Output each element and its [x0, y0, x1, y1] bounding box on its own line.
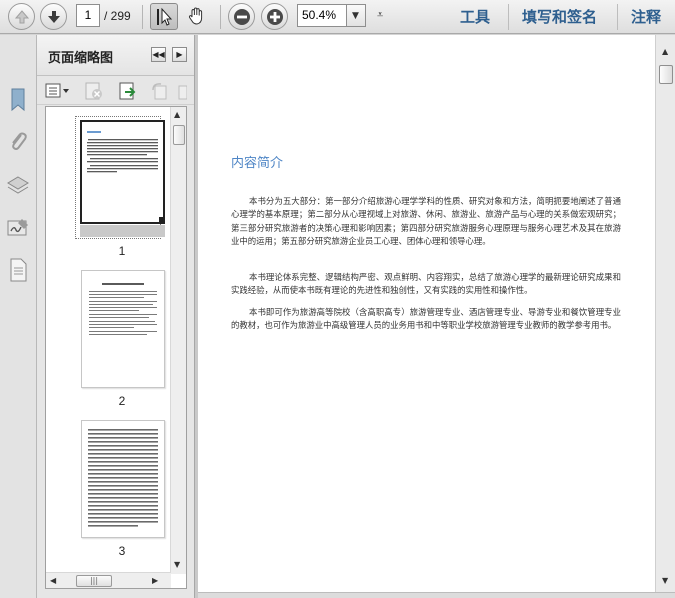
thumbnail-label: 3: [118, 544, 126, 558]
hand-tool-button[interactable]: [182, 3, 210, 30]
scrollbar-thumb[interactable]: [659, 65, 673, 84]
delete-page-button[interactable]: [83, 81, 105, 101]
cursor-arrow-icon: [157, 7, 173, 26]
more-panel-tools-button[interactable]: [177, 81, 191, 101]
document-paragraph: 本书即可作为旅游高等院校（含高职高专）旅游管理专业、酒店管理专业、导游专业和餐饮…: [231, 307, 621, 331]
page-number-input[interactable]: 1: [76, 4, 100, 27]
double-chevron-left-icon: ◀◀: [152, 50, 165, 59]
document-bottom-edge: [198, 592, 675, 598]
scrollbar-thumb[interactable]: [173, 125, 185, 145]
rotate-page-icon: [152, 83, 167, 100]
rotate-page-button[interactable]: [149, 81, 171, 101]
comment-link[interactable]: 注释: [631, 6, 661, 27]
toolbar-divider: [617, 4, 618, 30]
document-page: 内容简介 本书分为五大部分：第一部分介绍旅游心理学学科的性质、研究对象和方法，简…: [198, 35, 655, 592]
thumbnail-page-3[interactable]: [81, 420, 165, 538]
scrollbar-thumb[interactable]: |||: [76, 575, 112, 587]
zoom-out-button[interactable]: [228, 3, 255, 30]
layers-icon[interactable]: [6, 172, 30, 198]
thumbnail-page-2[interactable]: [81, 270, 165, 388]
document-paragraph: 本书理论体系完整、逻辑结构严密、观点鲜明、内容翔实，总结了旅游心理学的最新理论研…: [231, 272, 621, 296]
scroll-right-arrow-icon[interactable]: ▶: [152, 576, 158, 585]
attachment-icon[interactable]: [6, 129, 30, 155]
previous-page-button[interactable]: [8, 3, 35, 30]
toolbar-divider: [220, 5, 221, 29]
panel-toolbar: [37, 77, 194, 105]
toolbar-more-button[interactable]: ⩡: [377, 8, 383, 22]
thumbnail-page-1[interactable]: [80, 120, 165, 224]
fill-sign-link[interactable]: 填写和签名: [522, 6, 597, 27]
insert-page-icon: [119, 82, 136, 100]
signature-icon[interactable]: [6, 215, 30, 241]
plus-icon: [267, 9, 283, 25]
document-paragraph: 本书分为五大部分：第一部分介绍旅游心理学学科的性质、研究对象和方法，简明扼要地阐…: [231, 196, 621, 247]
thumbnail-horizontal-scrollbar[interactable]: ◀ ||| ▶: [46, 572, 171, 588]
tools-link[interactable]: 工具: [460, 6, 490, 27]
scroll-up-arrow-icon[interactable]: ▲: [662, 47, 668, 56]
delete-page-icon: [85, 82, 102, 100]
document-vertical-scrollbar[interactable]: ▲ ▼: [655, 35, 675, 592]
pages-icon: [6, 43, 30, 69]
page-preview: [89, 283, 157, 335]
thumbnail-label: 1: [118, 244, 126, 258]
collapse-panel-button[interactable]: ◀◀: [151, 47, 166, 62]
page-edge-icon: [178, 85, 188, 100]
next-page-button[interactable]: [40, 3, 67, 30]
thumbnail-panel: 页面缩略图 ◀◀ ▶ 1 2 3 ▲ ▼ ◀ ||| ▶: [37, 35, 194, 598]
zoom-dropdown-button[interactable]: ▼: [346, 4, 366, 27]
double-chevron-down-icon: ⩡: [377, 8, 384, 21]
page-preview: [88, 429, 158, 527]
chevron-right-icon: ▶: [176, 50, 183, 59]
select-tool-button[interactable]: [150, 3, 178, 30]
scroll-down-arrow-icon[interactable]: ▼: [174, 560, 180, 569]
hand-icon: [188, 7, 203, 25]
scroll-left-arrow-icon[interactable]: ◀: [50, 576, 56, 585]
panel-title: 页面缩略图: [48, 51, 114, 66]
thumbnail-caption-bar: [80, 225, 165, 237]
main-toolbar: 1 / 299 50.4% ▼ ⩡ 工具 填写和签名 注释: [0, 0, 675, 34]
panel-header: 页面缩略图 ◀◀ ▶: [37, 35, 194, 76]
page-total-label: / 299: [104, 9, 131, 23]
scroll-up-arrow-icon[interactable]: ▲: [174, 110, 180, 119]
zoom-in-button[interactable]: [261, 3, 288, 30]
zoom-level-input[interactable]: 50.4%: [297, 4, 347, 27]
expand-panel-button[interactable]: ▶: [172, 47, 187, 62]
arrow-down-icon: [48, 11, 60, 23]
toolbar-divider: [142, 5, 143, 29]
arrow-up-icon: [14, 10, 30, 24]
page-icon[interactable]: [6, 257, 30, 283]
page-preview: [87, 131, 163, 222]
thumbnail-label: 2: [118, 394, 126, 408]
list-options-icon: [45, 83, 69, 98]
minus-icon: [234, 9, 250, 25]
document-heading: 内容简介: [231, 156, 284, 171]
options-menu-button[interactable]: [45, 81, 69, 101]
toolbar-divider: [508, 4, 509, 30]
bookmark-icon[interactable]: [6, 87, 30, 113]
thumbnail-vertical-scrollbar[interactable]: ▲ ▼: [170, 107, 186, 574]
thumbnail-list: 1 2 3 ▲ ▼ ◀ ||| ▶: [45, 106, 187, 589]
insert-page-button[interactable]: [117, 81, 139, 101]
chevron-down-icon: ▼: [352, 11, 359, 21]
navigation-rail: [0, 35, 37, 598]
scroll-down-arrow-icon[interactable]: ▼: [662, 576, 668, 585]
